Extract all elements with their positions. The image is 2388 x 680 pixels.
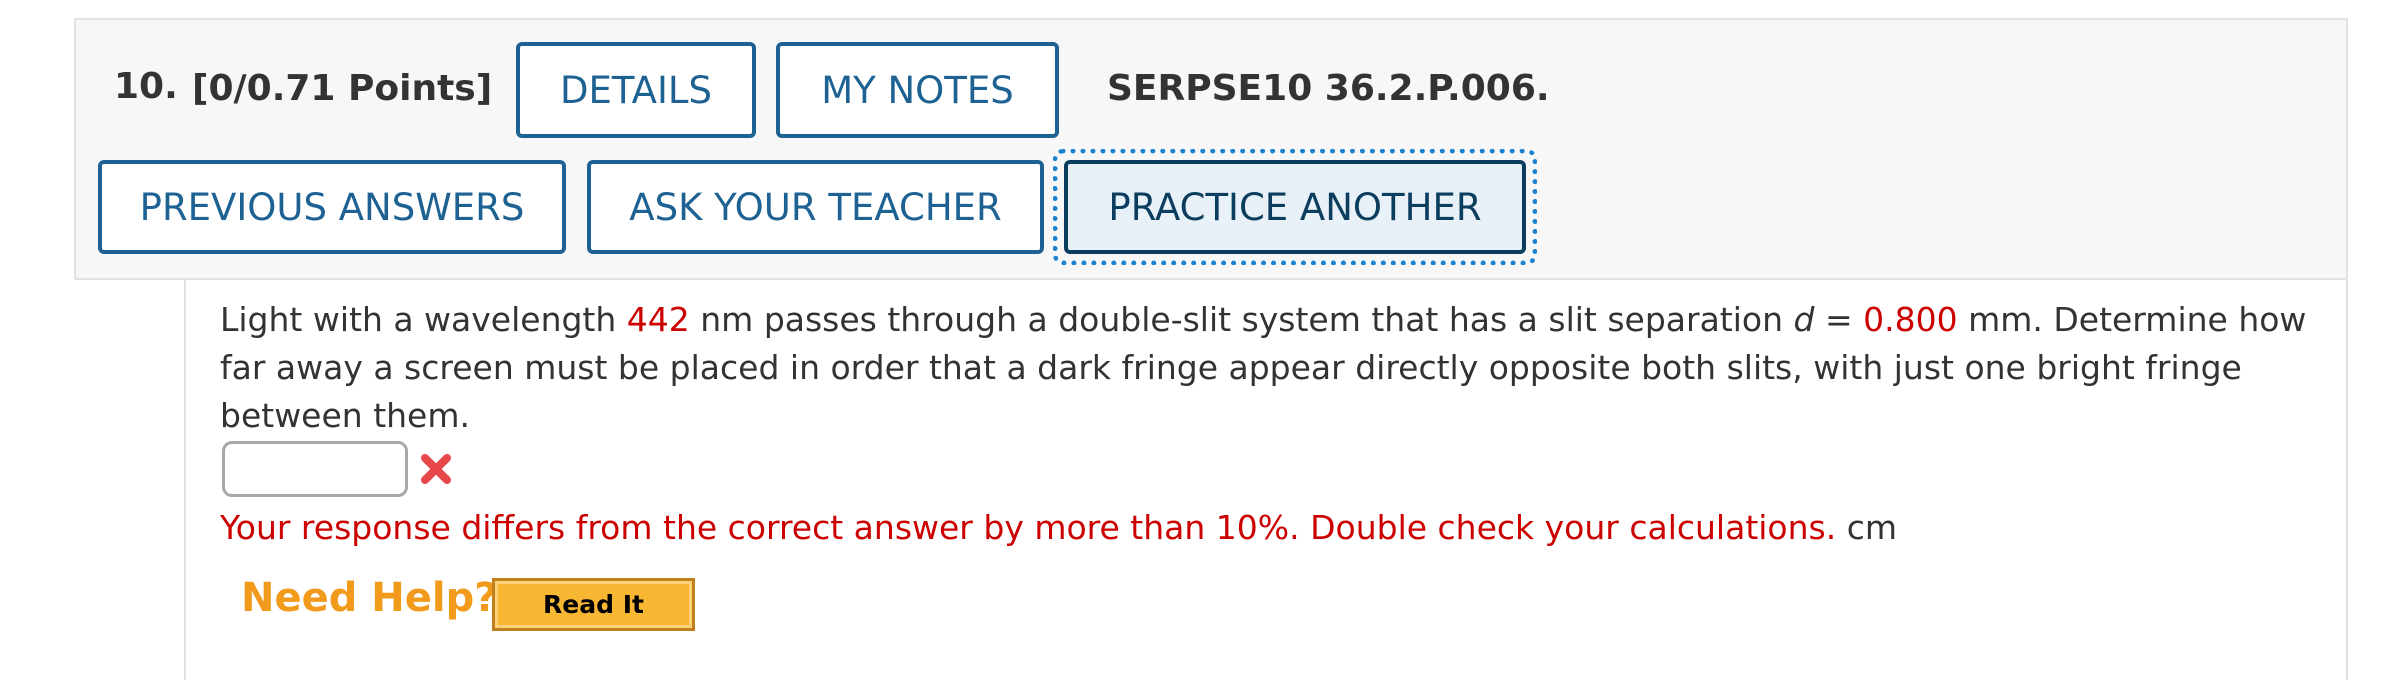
question-text-segment: nm passes through a double-slit system t…	[689, 300, 1794, 339]
previous-answers-button[interactable]: PREVIOUS ANSWERS	[98, 160, 566, 254]
question-text-segment: Light with a wavelength	[220, 300, 627, 339]
separation-value: 0.800	[1863, 300, 1958, 339]
question-number: 10.	[114, 66, 178, 107]
question-text: Light with a wavelength 442 nm passes th…	[220, 296, 2310, 440]
my-notes-button[interactable]: MY NOTES	[776, 42, 1059, 138]
problem-id: SERPSE10 36.2.P.006.	[1107, 68, 1550, 109]
details-button[interactable]: DETAILS	[516, 42, 756, 138]
answer-input[interactable]	[222, 441, 408, 497]
answer-feedback: Your response differs from the correct a…	[220, 504, 1897, 552]
answer-unit: cm	[1846, 508, 1898, 547]
feedback-message: Your response differs from the correct a…	[220, 508, 1837, 547]
read-it-button[interactable]: Read It	[492, 578, 695, 631]
question-points: [0/0.71 Points]	[192, 68, 493, 109]
wavelength-value: 442	[626, 300, 690, 339]
practice-another-button[interactable]: PRACTICE ANOTHER	[1064, 160, 1526, 254]
need-help-label: Need Help?	[241, 575, 498, 621]
ask-your-teacher-button[interactable]: ASK YOUR TEACHER	[587, 160, 1044, 254]
question-text-segment: =	[1814, 300, 1864, 339]
incorrect-x-icon	[421, 454, 451, 484]
slit-separation-symbol: d	[1793, 300, 1815, 339]
